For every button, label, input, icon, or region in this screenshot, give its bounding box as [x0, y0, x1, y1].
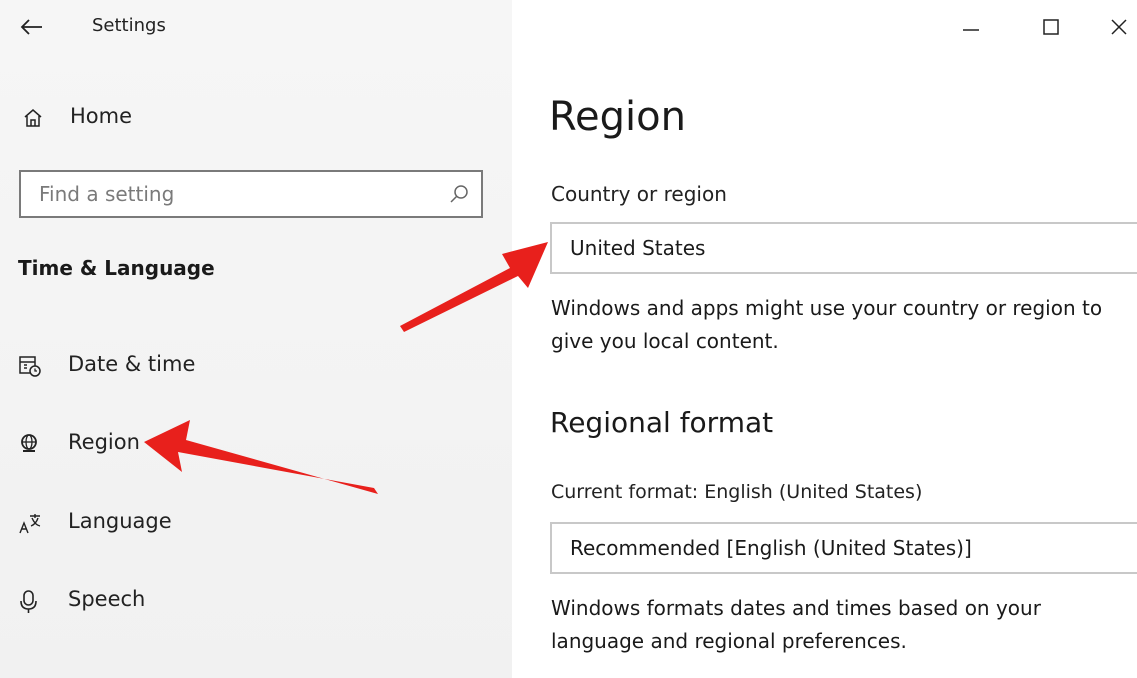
sidebar-item-speech[interactable]: Speech: [18, 581, 488, 621]
section-title: Time & Language: [18, 256, 215, 280]
search-placeholder: Find a setting: [39, 182, 175, 206]
sidebar-item-region[interactable]: Region: [18, 424, 488, 464]
regional-format-description: Windows formats dates and times based on…: [551, 596, 1041, 653]
sidebar-item-label: Speech: [68, 587, 146, 611]
sidebar-item-home[interactable]: Home: [18, 100, 488, 136]
page-title: Region: [549, 94, 686, 140]
maximize-icon: [1043, 19, 1059, 35]
minimize-icon: [963, 29, 979, 31]
country-region-dropdown[interactable]: United States: [550, 222, 1137, 274]
regional-format-heading: Regional format: [550, 406, 774, 439]
search-icon[interactable]: [449, 184, 469, 208]
globe-region-icon: [18, 432, 42, 460]
sidebar-item-label: Home: [70, 104, 133, 128]
calendar-clock-icon: [18, 354, 42, 382]
regional-format-value: Recommended [English (United States)]: [570, 536, 972, 560]
sidebar-item-label: Language: [68, 509, 172, 533]
current-format-label: Current format: English (United States): [551, 481, 923, 503]
country-region-description: Windows and apps might use your country …: [551, 296, 1103, 353]
country-region-value: United States: [570, 236, 706, 260]
country-region-label: Country or region: [551, 182, 727, 206]
home-icon: [22, 107, 44, 133]
sidebar-item-label: Date & time: [68, 352, 196, 376]
sidebar-item-date-time[interactable]: Date & time: [18, 346, 488, 386]
regional-format-dropdown[interactable]: Recommended [English (United States)]: [550, 522, 1137, 574]
close-button[interactable]: [1100, 10, 1137, 46]
back-arrow-icon: [20, 19, 42, 35]
search-input[interactable]: Find a setting: [19, 170, 483, 218]
language-icon: [18, 511, 42, 541]
back-button[interactable]: [18, 12, 48, 42]
close-icon: [1111, 19, 1127, 35]
title-bar: Settings: [0, 0, 1137, 56]
app-title: Settings: [92, 15, 166, 36]
microphone-icon: [18, 589, 42, 619]
sidebar-item-label: Region: [68, 430, 140, 454]
maximize-button[interactable]: [1031, 10, 1071, 46]
minimize-button[interactable]: [951, 10, 991, 46]
sidebar-item-language[interactable]: Language: [18, 503, 488, 543]
